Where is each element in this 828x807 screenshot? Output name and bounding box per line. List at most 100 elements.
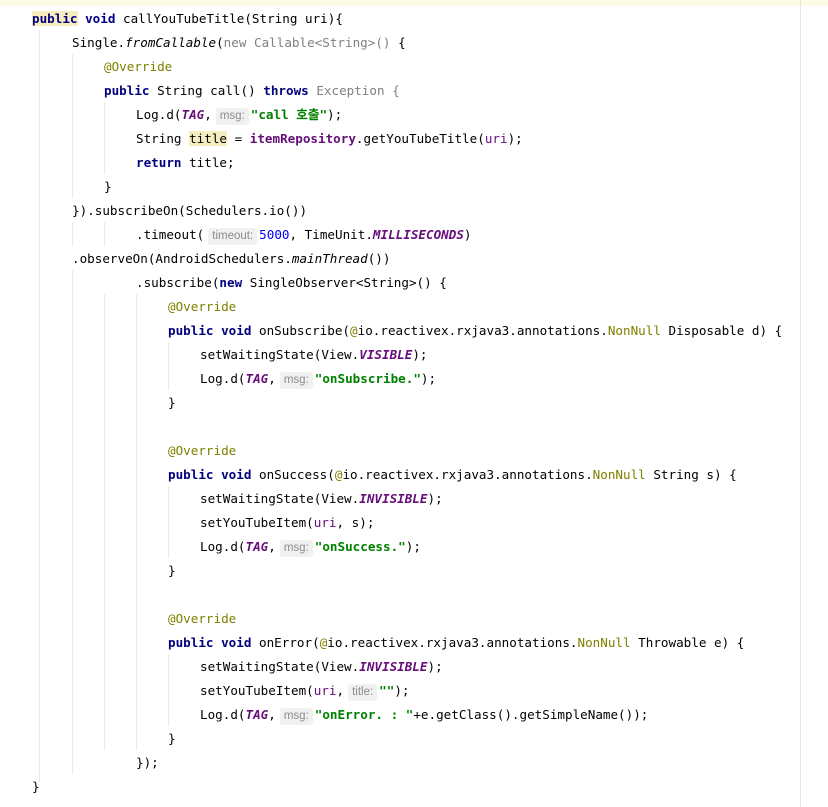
code-text: Log.d(: [200, 539, 246, 554]
string-literal: "onError. : ": [314, 707, 414, 722]
annotation: NonNull: [592, 467, 646, 482]
string-literal: "onSubscribe.": [314, 371, 421, 386]
code-text: );: [412, 347, 428, 362]
keyword: void: [221, 635, 252, 650]
parameter-hint: msg:: [279, 372, 313, 389]
captured-variable: uri: [484, 131, 508, 146]
code-text: );: [427, 659, 443, 674]
code-text: setWaitingState(View.: [200, 659, 360, 674]
annotation: NonNull: [607, 323, 661, 338]
code-text: ,: [268, 371, 276, 386]
code-line-22: setYouTubeItem(uri, s);: [200, 511, 374, 535]
constant: TAG: [181, 107, 205, 122]
code-line-11: .observeOn(AndroidSchedulers.mainThread(…: [72, 247, 390, 271]
code-text: , s);: [336, 515, 375, 530]
annotation: @Override: [104, 59, 173, 74]
code-text: Disposable d) {: [660, 323, 783, 338]
code-text: +e.getClass().getSimpleName());: [413, 707, 649, 722]
constant: TAG: [245, 539, 269, 554]
parameter-hint: title:: [348, 684, 378, 701]
code-line-2: Single.fromCallable(new Callable<String>…: [72, 31, 406, 55]
code-text: setWaitingState(View.: [200, 347, 360, 362]
code-line-21: setWaitingState(View.INVISIBLE);: [200, 487, 443, 511]
code-line-5: Log.d(TAG, msg: "call 호출");: [136, 103, 342, 127]
parameter-hint: msg:: [279, 708, 313, 725]
string-literal: "onSuccess.": [314, 539, 406, 554]
code-text: callYouTubeTitle(String uri){: [115, 11, 343, 26]
method-name: fromCallable: [125, 35, 217, 50]
code-line-30: Log.d(TAG, msg: "onError. : "+e.getClass()…: [200, 703, 648, 727]
keyword-dimmed: new: [223, 35, 247, 50]
code-line-3: @Override: [104, 55, 172, 79]
string-literal: "call: [250, 107, 297, 122]
code-line-31: }: [168, 727, 176, 751]
code-line-23: Log.d(TAG, msg: "onSuccess.");: [200, 535, 421, 559]
code-line-10: .timeout(timeout: 5000, TimeUnit.MILLISEC…: [136, 223, 472, 247]
string-literal: 호출: [296, 107, 320, 122]
indent-guide: [104, 294, 105, 750]
keyword: public: [104, 83, 150, 98]
code-text: );: [507, 131, 523, 146]
indent-guide: [104, 222, 105, 246]
keyword: return: [136, 155, 182, 170]
code-line-33: }: [32, 775, 40, 799]
constant: INVISIBLE: [359, 659, 428, 674]
code-text: io.reactivex.rxjava3.annotations.: [357, 323, 608, 338]
code-text: ,: [268, 539, 276, 554]
captured-variable: uri: [313, 683, 337, 698]
constant: VISIBLE: [359, 347, 413, 362]
constant: MILLISECONDS: [372, 227, 464, 242]
code-text: }: [168, 395, 176, 410]
code-line-26: @Override: [168, 607, 236, 631]
string-literal: ": [319, 107, 328, 122]
keyword: new: [219, 275, 243, 290]
code-text: ,: [204, 107, 212, 122]
code-text: Single.: [72, 35, 126, 50]
code-line-1: public void callYouTubeTitle(String uri)…: [32, 7, 343, 31]
code-text: =: [227, 131, 250, 146]
code-line-24: }: [168, 559, 176, 583]
code-text: onError(: [251, 635, 320, 650]
code-text: }: [104, 179, 112, 194]
code-text: Log.d(: [200, 371, 246, 386]
keyword: public: [168, 323, 214, 338]
code-text: }).subscribeOn(Schedulers.io()): [72, 203, 308, 218]
code-text: io.reactivex.rxjava3.annotations.: [342, 467, 593, 482]
parameter-hint: msg:: [279, 540, 313, 557]
code-line-32: });: [136, 751, 159, 775]
code-text: );: [394, 683, 410, 698]
indent-guide: [104, 102, 105, 174]
constant: INVISIBLE: [359, 491, 428, 506]
keyword: void: [85, 11, 116, 26]
code-text-dimmed: Exception {: [308, 83, 400, 98]
keyword: public: [168, 635, 214, 650]
current-line-highlight: [0, 0, 828, 6]
code-text: (: [216, 35, 224, 50]
parameter-hint: timeout:: [208, 228, 258, 245]
code-text: );: [427, 491, 443, 506]
code-text: .getYouTubeTitle(: [355, 131, 485, 146]
code-text: Throwable e) {: [630, 635, 745, 650]
code-text: ()): [367, 251, 391, 266]
code-text: );: [327, 107, 343, 122]
code-text: onSuccess(: [251, 467, 335, 482]
annotation: NonNull: [577, 635, 631, 650]
keyword: public: [168, 467, 214, 482]
code-text: String call(): [149, 83, 264, 98]
constant: TAG: [245, 371, 269, 386]
code-line-15: setWaitingState(View.VISIBLE);: [200, 343, 427, 367]
code-text: );: [420, 371, 437, 386]
parameter-hint: msg:: [215, 108, 249, 125]
code-line-20: public void onSuccess(@io.reactivex.rxja…: [168, 467, 737, 482]
number-literal: 5000: [259, 227, 290, 242]
code-line-14: public void onSubscribe(@io.reactivex.rx…: [168, 323, 783, 338]
right-margin-guide: [800, 0, 801, 807]
code-text: , TimeUnit.: [289, 227, 373, 242]
code-line-12: .subscribe(new SingleObserver<String>() …: [136, 271, 447, 295]
code-line-7: return title;: [136, 151, 235, 175]
keyword: public: [32, 11, 78, 26]
code-text: setWaitingState(View.: [200, 491, 360, 506]
keyword: void: [221, 323, 252, 338]
string-literal: "": [379, 683, 395, 698]
code-line-29: setYouTubeItem(uri, title: "");: [200, 679, 410, 703]
